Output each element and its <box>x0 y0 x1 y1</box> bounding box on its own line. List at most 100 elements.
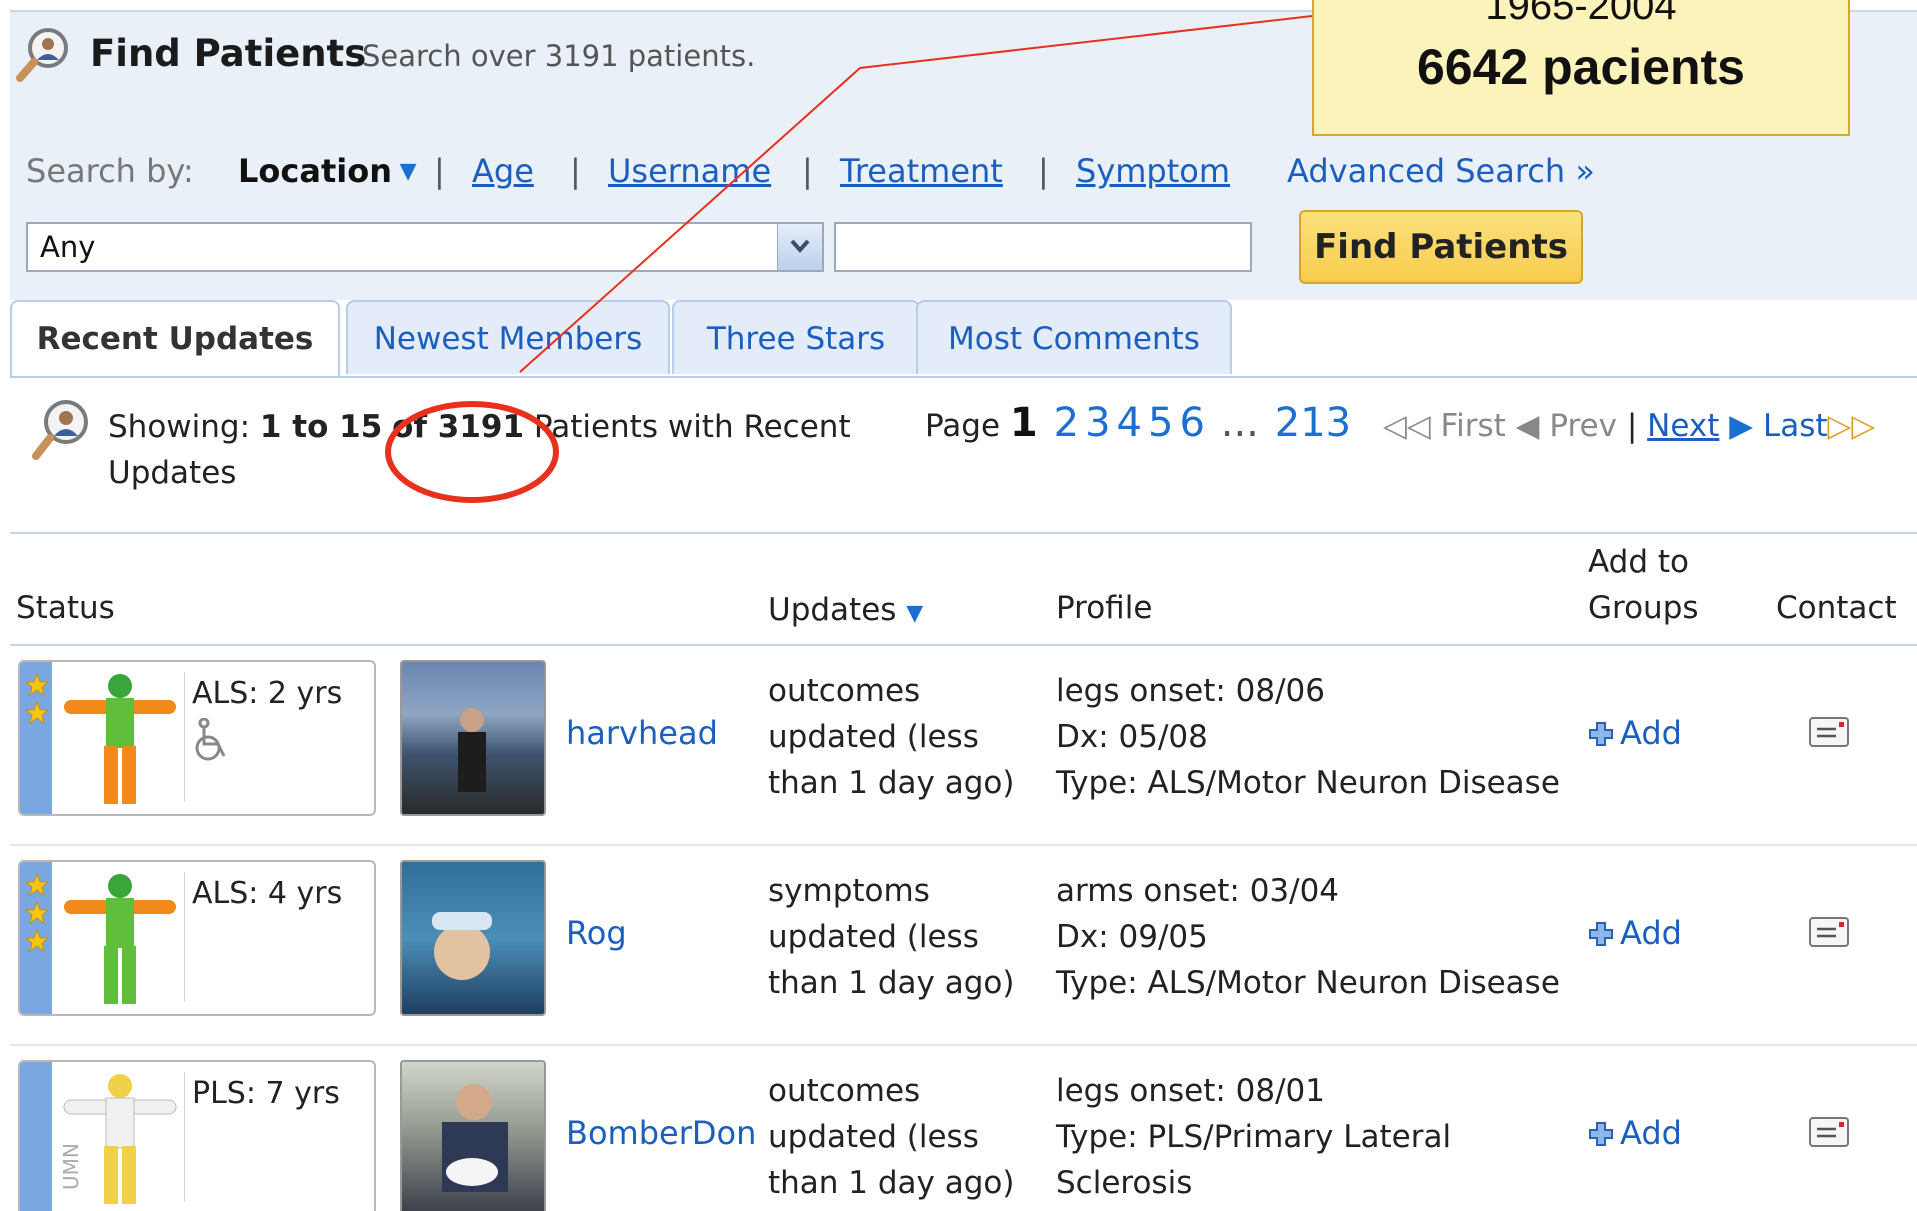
page-link-last[interactable]: 213 <box>1275 400 1351 446</box>
body-figure-icon <box>64 674 176 804</box>
wheelchair-icon <box>195 718 226 761</box>
table-row: ALS: 2 yrs harvhead outcomes updated (le… <box>10 644 1917 846</box>
separator: | <box>570 152 581 190</box>
chevron-down-icon[interactable] <box>777 224 822 270</box>
status-color-bar <box>20 1062 52 1211</box>
magnifier-person-icon <box>16 26 78 86</box>
advanced-search-link[interactable]: Advanced Search » <box>1287 152 1595 190</box>
pager-divider: | <box>1626 408 1638 444</box>
page-subtitle: Search over 3191 patients. <box>362 39 756 73</box>
search-option-treatment[interactable]: Treatment <box>840 152 1003 190</box>
first-page-icon: ◁◁ <box>1382 408 1431 444</box>
divider <box>184 872 185 1002</box>
update-description: symptoms updated (less than 1 day ago) <box>768 873 1015 1001</box>
column-header-contact: Contact <box>1776 590 1897 626</box>
update-description: outcomes updated (less than 1 day ago) <box>768 1073 1015 1201</box>
results-summary-text: Showing: 1 to 15 of 3191 Patients with R… <box>108 409 851 491</box>
page-link[interactable]: 6 <box>1179 400 1204 446</box>
search-option-age[interactable]: Age <box>472 152 534 190</box>
magnifier-person-icon <box>30 398 96 464</box>
find-patients-button[interactable]: Find Patients <box>1299 210 1583 284</box>
location-select-value: Any <box>40 230 96 264</box>
status-card: ALS: 2 yrs <box>18 660 376 816</box>
current-page: 1 <box>1009 400 1038 446</box>
umn-label: UMN <box>60 1143 83 1190</box>
table-row: UMN PLS: 7 yrs BomberDon outcomes update… <box>10 1044 1917 1211</box>
page-title: Find Patients <box>90 32 367 75</box>
avatar[interactable] <box>400 860 546 1016</box>
results-summary-row: Showing: 1 to 15 of 3191 Patients with R… <box>0 380 1917 530</box>
message-icon[interactable] <box>1808 916 1850 948</box>
condition-duration: ALS: 4 yrs <box>192 876 343 911</box>
search-option-username[interactable]: Username <box>608 152 771 190</box>
username-link[interactable]: harvhead <box>566 714 718 752</box>
condition-duration: PLS: 7 yrs <box>192 1076 340 1111</box>
annotation-count: 6642 pacients <box>1417 39 1745 95</box>
profile-summary: legs onset: 08/06 Dx: 05/08 Type: ALS/Moto… <box>1056 673 1560 801</box>
first-page-link: First <box>1440 408 1506 444</box>
message-icon[interactable] <box>1808 1116 1850 1148</box>
star-rating-icon <box>24 672 50 725</box>
profile-summary: arms onset: 03/04 Dx: 09/05 Type: ALS/Moto… <box>1056 873 1560 1001</box>
tab-bar: Recent Updates Newest Members Three Star… <box>10 300 1917 378</box>
plus-icon <box>1589 722 1613 746</box>
pagination: Page 1 23456 ... 213 ◁◁ First ◀ Prev | N… <box>925 400 1875 446</box>
add-to-group-button[interactable]: Add <box>1588 1114 1682 1152</box>
find-patients-page: Find Patients Search over 3191 patients.… <box>0 0 1917 1211</box>
username-link[interactable]: BomberDon <box>566 1114 756 1152</box>
body-figure-icon <box>64 874 176 1004</box>
status-card: UMN PLS: 7 yrs <box>18 1060 376 1211</box>
add-to-group-button[interactable]: Add <box>1588 714 1682 752</box>
column-header-updates[interactable]: Updates ▼ <box>768 592 923 628</box>
star-rating-icon <box>24 872 50 953</box>
last-page-icon[interactable]: ▷▷ <box>1828 408 1876 444</box>
column-header-status: Status <box>16 590 115 626</box>
location-select[interactable]: Any <box>26 222 824 272</box>
annotation-callout: 1965-2004 6642 pacients <box>1312 0 1850 136</box>
search-text-input[interactable] <box>834 222 1252 272</box>
search-by-label: Search by: <box>26 152 194 190</box>
separator: | <box>434 152 445 190</box>
plus-icon <box>1589 922 1613 946</box>
profile-summary: legs onset: 08/01 Type: PLS/Primary Later… <box>1056 1073 1452 1201</box>
column-header-profile: Profile <box>1056 590 1153 626</box>
condition-duration: ALS: 2 yrs <box>192 676 343 711</box>
page-link[interactable]: 4 <box>1117 400 1142 446</box>
status-card: ALS: 4 yrs <box>18 860 376 1016</box>
page-link[interactable]: 5 <box>1148 400 1173 446</box>
column-header-add-to-groups: Add to <box>1588 544 1689 580</box>
search-option-location[interactable]: Location ▼ <box>238 152 417 190</box>
next-arrow-icon[interactable]: ▶ <box>1729 408 1753 444</box>
tab-three-stars[interactable]: Three Stars <box>672 300 920 374</box>
page-label: Page <box>925 408 1001 444</box>
page-link[interactable]: 2 <box>1054 400 1079 446</box>
message-icon[interactable] <box>1808 716 1850 748</box>
tab-newest-members[interactable]: Newest Members <box>346 300 670 374</box>
dropdown-triangle-icon: ▼ <box>391 159 417 184</box>
tab-most-comments[interactable]: Most Comments <box>916 300 1232 374</box>
sort-desc-icon[interactable]: ▼ <box>906 601 923 626</box>
table-header: Status Updates ▼ Profile Add to Groups C… <box>10 532 1917 646</box>
avatar[interactable] <box>400 660 546 816</box>
search-option-symptom[interactable]: Symptom <box>1076 152 1230 190</box>
results-range: 1 to 15 <box>259 409 383 445</box>
last-page-link[interactable]: Last <box>1763 408 1828 444</box>
update-description: outcomes updated (less than 1 day ago) <box>768 673 1015 801</box>
prev-page-link: Prev <box>1549 408 1617 444</box>
plus-icon <box>1589 1122 1613 1146</box>
body-figure-icon: UMN <box>60 1074 177 1204</box>
separator: | <box>802 152 813 190</box>
divider <box>184 1072 185 1202</box>
page-ellipsis: ... <box>1220 400 1259 446</box>
tab-recent-updates[interactable]: Recent Updates <box>10 300 340 376</box>
avatar[interactable] <box>400 1060 546 1211</box>
page-link[interactable]: 3 <box>1085 400 1110 446</box>
column-header-add-to-groups: Groups <box>1588 590 1699 626</box>
username-link[interactable]: Rog <box>566 914 627 952</box>
separator: | <box>1038 152 1049 190</box>
add-to-group-button[interactable]: Add <box>1588 914 1682 952</box>
next-page-link[interactable]: Next <box>1647 408 1719 444</box>
prev-arrow-icon: ◀ <box>1515 408 1540 444</box>
annotation-years: 1965-2004 <box>1485 0 1677 28</box>
results-total: of 3191 <box>392 409 525 445</box>
